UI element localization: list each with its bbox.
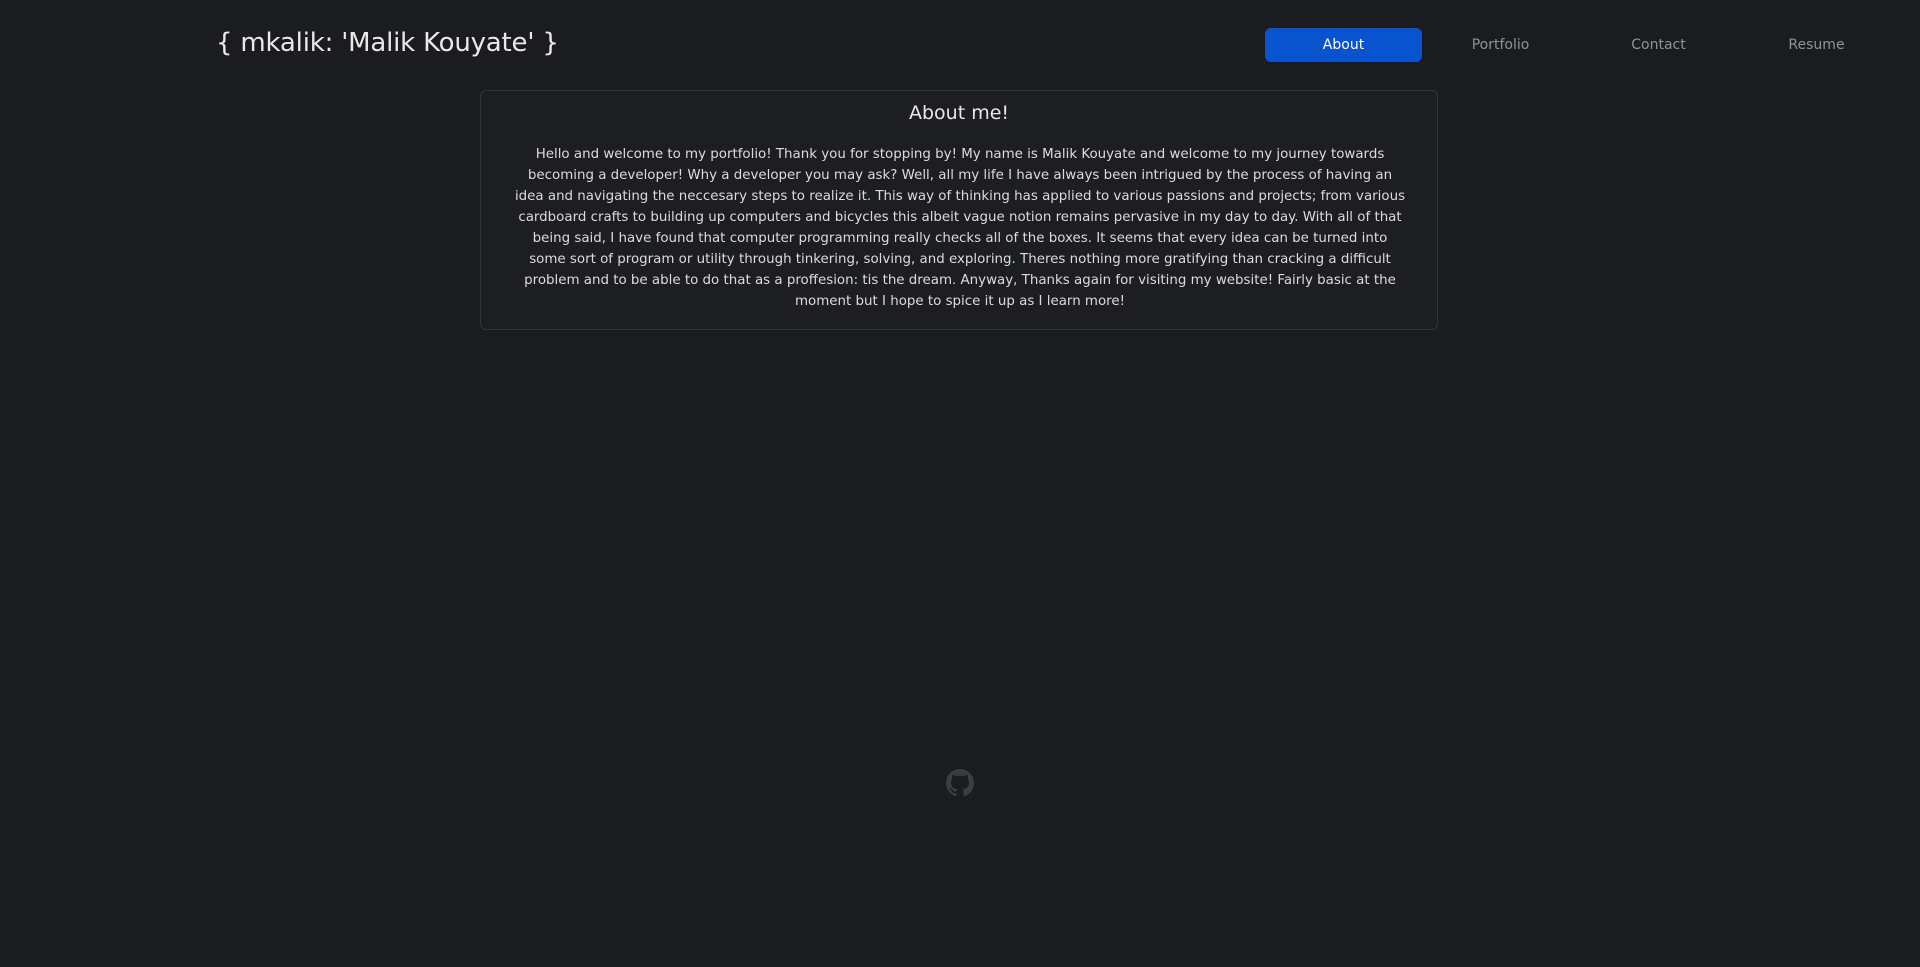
site-brand[interactable]: { mkalik: 'Malik Kouyate' }: [216, 28, 559, 58]
page: { mkalik: 'Malik Kouyate' } About Portfo…: [0, 0, 1920, 967]
github-icon[interactable]: [946, 769, 974, 797]
nav-about[interactable]: About: [1265, 28, 1422, 62]
nav-portfolio[interactable]: Portfolio: [1422, 28, 1579, 62]
about-body: Hello and welcome to my portfolio! Thank…: [514, 147, 1406, 309]
nav-resume[interactable]: Resume: [1738, 28, 1895, 62]
nav-contact[interactable]: Contact: [1580, 28, 1737, 62]
about-card: About me! Hello and welcome to my portfo…: [480, 90, 1438, 330]
about-title: About me!: [908, 102, 1010, 124]
